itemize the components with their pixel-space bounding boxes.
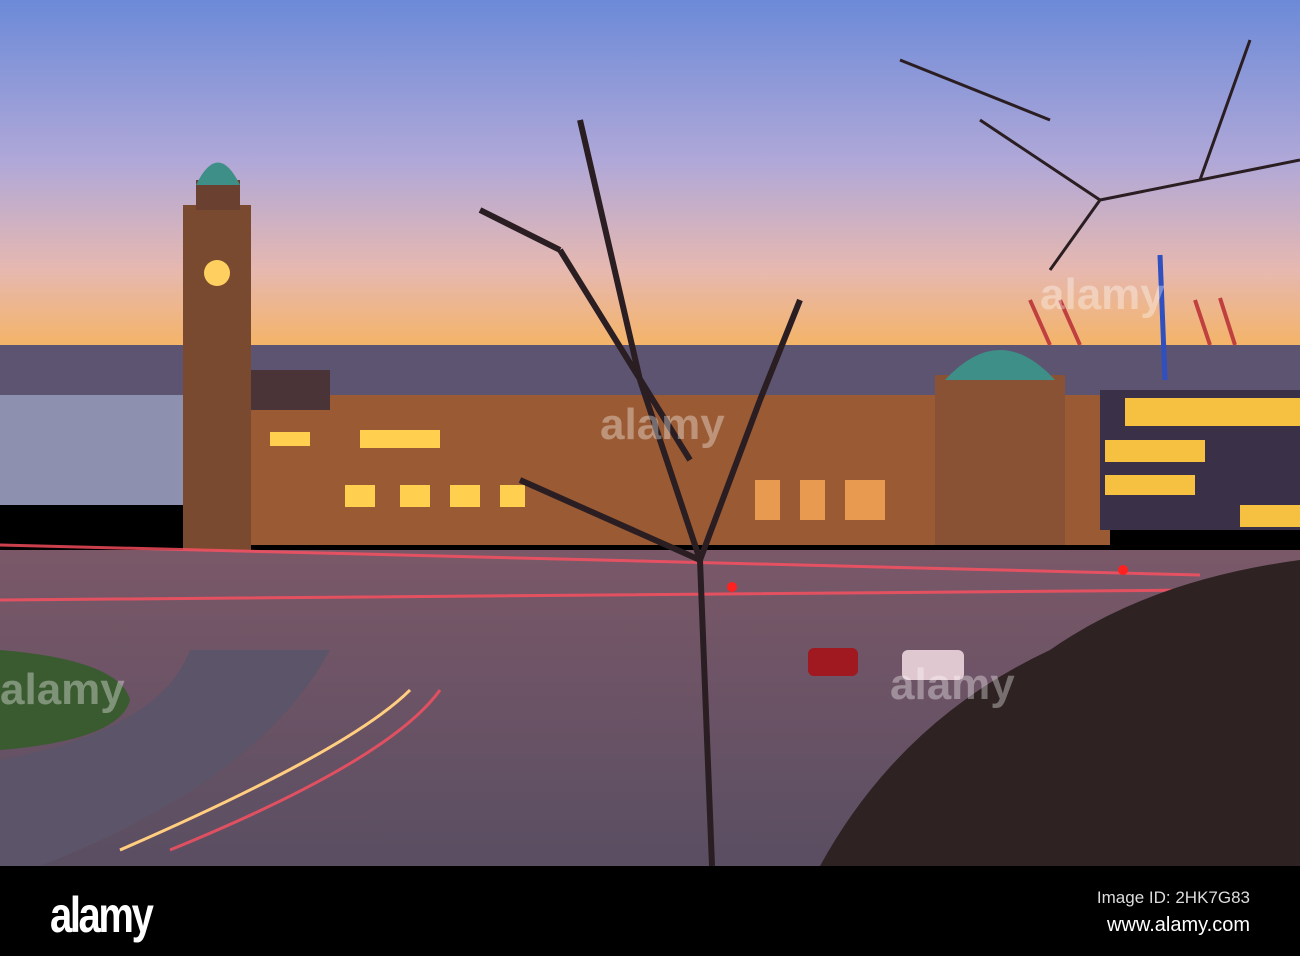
- watermark: alamy: [0, 665, 125, 714]
- watermark: alamy: [600, 400, 725, 449]
- clock-tower: [183, 205, 251, 550]
- dome-tower: [935, 375, 1065, 545]
- watermark: alamy: [890, 660, 1015, 709]
- red-car: [808, 648, 858, 676]
- alamy-logo: alamy: [50, 887, 154, 943]
- site-url: www.alamy.com: [1107, 914, 1250, 936]
- stock-photo: alamy alamy alamy alamy alamy Image ID: …: [0, 0, 1300, 956]
- clock-face: [204, 260, 230, 286]
- footer-bar: alamy Image ID: 2HK7G83 www.alamy.com: [0, 866, 1300, 956]
- watermark: alamy: [1040, 270, 1165, 319]
- image-id: Image ID: 2HK7G83: [1096, 888, 1250, 907]
